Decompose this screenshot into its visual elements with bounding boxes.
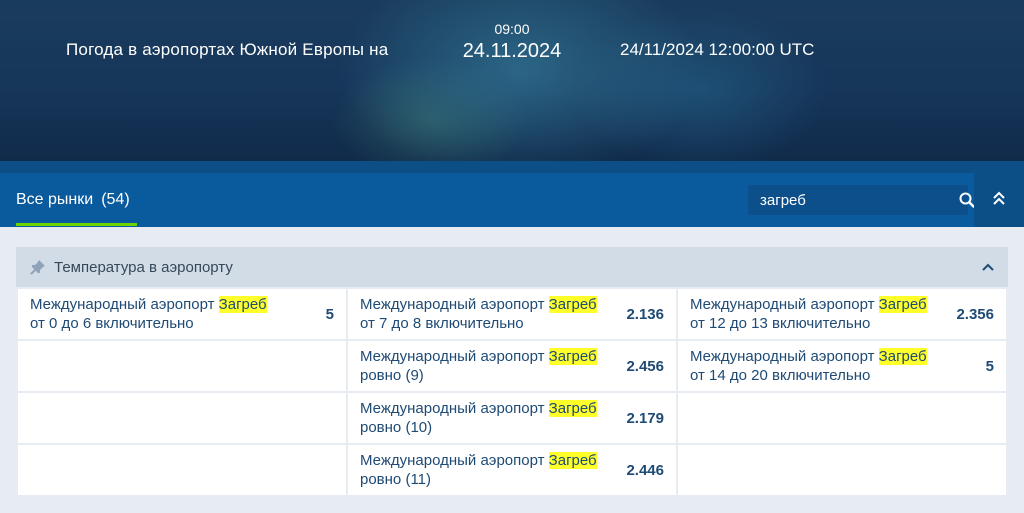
market-cell-empty	[18, 393, 346, 443]
tab-all-markets-label: Все рынки	[16, 191, 94, 208]
market-grid: Международный аэропорт Загреб от 0 до 6 …	[18, 289, 1006, 495]
search-highlight: Загреб	[878, 296, 927, 313]
market-label: Международный аэропорт Загреб ровно (10)	[360, 400, 597, 436]
market-odds: 2.179	[626, 409, 664, 427]
market-cell[interactable]: Международный аэропорт Загреб ровно (11)…	[348, 445, 676, 495]
market-label: Международный аэропорт Загреб от 12 до 1…	[690, 296, 927, 332]
market-cell-empty	[18, 445, 346, 495]
chevron-up-icon[interactable]	[980, 259, 996, 275]
search-icon[interactable]	[959, 185, 975, 215]
market-odds: 2.456	[626, 357, 664, 375]
search-highlight: Загреб	[548, 348, 597, 365]
market-odds: 5	[325, 305, 334, 323]
market-odds: 2.356	[956, 305, 994, 323]
market-cell[interactable]: Международный аэропорт Загреб от 12 до 1…	[678, 289, 1006, 339]
double-chevron-up-icon	[992, 190, 1006, 211]
tab-all-markets[interactable]: Все рынки (54)	[0, 173, 146, 227]
market-cell[interactable]: Международный аэропорт Загреб ровно (9) …	[348, 341, 676, 391]
tab-all-markets-count: (54)	[101, 191, 130, 208]
search-input[interactable]	[748, 185, 959, 215]
event-utc-datetime: 24/11/2024 12:00:00 UTC	[620, 40, 815, 59]
market-cell-empty	[18, 341, 346, 391]
active-tab-indicator	[16, 223, 137, 226]
market-label: Международный аэропорт Загреб от 7 до 8 …	[360, 296, 597, 332]
market-group-header[interactable]: Температура в аэропорту	[16, 247, 1008, 287]
pin-icon[interactable]	[30, 259, 46, 275]
market-cell[interactable]: Международный аэропорт Загреб от 7 до 8 …	[348, 289, 676, 339]
search-highlight: Загреб	[548, 400, 597, 417]
market-label: Международный аэропорт Загреб ровно (11)	[360, 452, 597, 488]
search-highlight: Загреб	[218, 296, 267, 313]
market-cell-empty	[678, 393, 1006, 443]
market-search	[748, 185, 975, 215]
market-cell[interactable]: Международный аэропорт Загреб от 0 до 6 …	[18, 289, 346, 339]
event-title: Погода в аэропортах Южной Европы на	[66, 40, 389, 59]
market-odds: 2.446	[626, 461, 664, 479]
collapse-all-button[interactable]	[974, 173, 1024, 227]
market-cell-empty	[678, 445, 1006, 495]
market-group-panel: Температура в аэропорту Международный аэ…	[16, 247, 1008, 497]
market-cell[interactable]: Международный аэропорт Загреб ровно (10)…	[348, 393, 676, 443]
market-odds: 2.136	[626, 305, 664, 323]
event-header: Погода в аэропортах Южной Европы на 09:0…	[0, 0, 1024, 161]
market-label: Международный аэропорт Загреб от 14 до 2…	[690, 348, 927, 384]
search-highlight: Загреб	[548, 452, 597, 469]
markets-tabbar: Все рынки (54)	[0, 161, 1024, 227]
market-label: Международный аэропорт Загреб от 0 до 6 …	[30, 296, 267, 332]
market-group-title: Температура в аэропорту	[54, 258, 233, 276]
search-highlight: Загреб	[548, 296, 597, 313]
event-date: 24.11.2024	[462, 40, 562, 62]
search-highlight: Загреб	[878, 348, 927, 365]
market-odds: 5	[985, 357, 994, 375]
market-cell[interactable]: Международный аэропорт Загреб от 14 до 2…	[678, 341, 1006, 391]
event-time: 09:00	[494, 21, 530, 37]
market-label: Международный аэропорт Загреб ровно (9)	[360, 348, 597, 384]
